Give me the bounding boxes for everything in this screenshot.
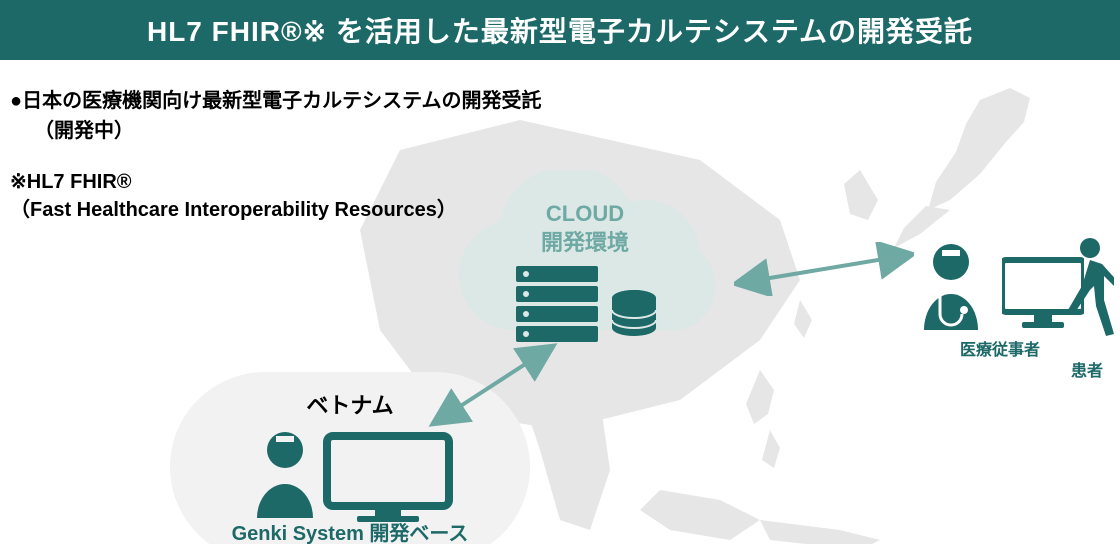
arrow-cloud-vietnam — [428, 338, 558, 432]
patient-walking-icon — [1060, 236, 1114, 346]
note-line1: ※HL7 FHIR® — [10, 171, 132, 193]
arrow-cloud-japan — [734, 242, 914, 296]
note-line2: （Fast Healthcare Interoperability Resour… — [10, 199, 457, 221]
developer-monitor-icon — [245, 422, 455, 522]
desc-line2: （開発中） — [34, 120, 134, 142]
patient-node: 患者 — [1060, 236, 1114, 381]
diagram: ●日本の医療機関向け最新型電子カルテシステムの開発受託 （開発中） ※HL7 F… — [0, 60, 1120, 544]
desc-line1: ●日本の医療機関向け最新型電子カルテシステムの開発受託 — [10, 90, 541, 112]
page-title: HL7 FHIR®※ を活用した最新型電子カルテシステムの開発受託 — [0, 0, 1120, 60]
cloud-title-1: CLOUD — [546, 201, 624, 226]
medical-staff-icon — [916, 240, 986, 330]
vietnam-caption: Genki System 開発ベース — [170, 517, 530, 544]
cloud-title-2: 開発環境 — [541, 230, 629, 255]
footnote: ※HL7 FHIR® （Fast Healthcare Interoperabi… — [10, 168, 457, 224]
server-db-icon — [510, 266, 660, 344]
title-text: HL7 FHIR®※ を活用した最新型電子カルテシステムの開発受託 — [147, 16, 973, 47]
patient-label: 患者 — [1060, 357, 1114, 381]
description: ●日本の医療機関向け最新型電子カルテシステムの開発受託 （開発中） — [10, 86, 541, 146]
cloud-node: CLOUD 開発環境 — [430, 170, 740, 360]
cloud-title: CLOUD 開発環境 — [430, 200, 740, 257]
